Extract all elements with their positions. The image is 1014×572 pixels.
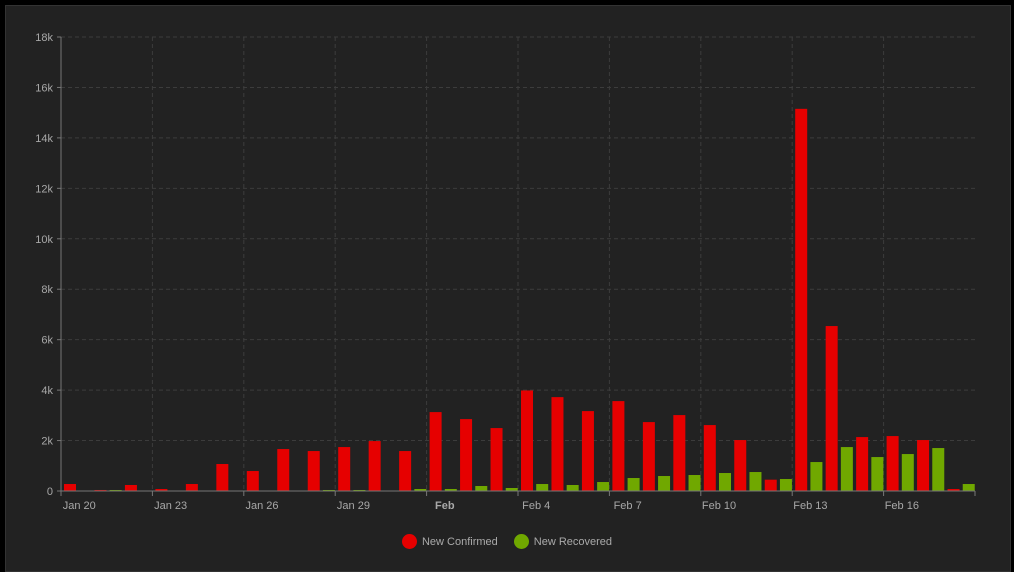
y-tick-label: 6k <box>41 335 53 347</box>
confirmed-bar <box>643 422 655 491</box>
confirmed-bar <box>673 415 685 491</box>
y-tick-label: 0 <box>47 486 53 498</box>
confirmed-bar <box>734 440 746 491</box>
confirmed-bar <box>826 326 838 491</box>
legend-item-new-recovered[interactable]: New Recovered <box>514 534 612 549</box>
confirmed-bar <box>125 485 137 491</box>
confirmed-bar <box>247 471 259 491</box>
legend-swatch-confirmed <box>402 534 417 549</box>
recovered-bar <box>628 478 640 491</box>
confirmed-bar <box>491 428 503 491</box>
confirmed-bar <box>887 436 899 491</box>
bar-chart: 0 2k 4k 6k 8k 10k 12k 14k 16k 18k Jan 20 Jan 23 Jan … <box>0 0 1014 570</box>
confirmed-bar <box>460 419 472 491</box>
y-tick-label: 10k <box>35 234 53 246</box>
x-tick-label: Feb 16 <box>885 500 919 512</box>
y-tick-label: 12k <box>35 183 53 195</box>
legend: New Confirmed New Recovered <box>0 534 1014 549</box>
recovered-bar <box>932 448 944 491</box>
recovered-bar <box>567 485 579 491</box>
confirmed-bar <box>64 484 76 491</box>
confirmed-bar <box>765 480 777 491</box>
recovered-bar <box>810 462 822 491</box>
confirmed-bar <box>917 440 929 491</box>
confirmed-bar <box>216 464 228 491</box>
confirmed-bar <box>308 451 320 491</box>
x-tick-label: Feb <box>435 500 455 512</box>
recovered-bar <box>536 484 548 491</box>
recovered-bar <box>689 475 701 491</box>
recovered-bar <box>719 473 731 491</box>
y-tick-label: 18k <box>35 32 53 44</box>
confirmed-bar <box>582 411 594 491</box>
confirmed-bar <box>612 401 624 491</box>
recovered-bar <box>902 454 914 491</box>
confirmed-bar <box>369 441 381 491</box>
x-tick-label: Jan 23 <box>154 500 187 512</box>
legend-swatch-recovered <box>514 534 529 549</box>
recovered-bar <box>597 482 609 491</box>
recovered-bar <box>780 479 792 491</box>
confirmed-bar <box>430 412 442 491</box>
recovered-bar <box>749 472 761 491</box>
confirmed-bar <box>186 484 198 491</box>
recovered-bar <box>841 447 853 491</box>
confirmed-bar <box>399 451 411 491</box>
confirmed-bar <box>856 437 868 491</box>
x-tick-label: Jan 20 <box>63 500 96 512</box>
confirmed-bar <box>795 109 807 491</box>
confirmed-bar <box>551 397 563 491</box>
y-tick-label: 14k <box>35 133 53 145</box>
y-tick-label: 4k <box>41 385 53 397</box>
x-tick-label: Feb 10 <box>702 500 736 512</box>
recovered-bar <box>475 486 487 491</box>
confirmed-bar <box>338 447 350 491</box>
recovered-bar <box>871 457 883 491</box>
confirmed-bar <box>704 425 716 491</box>
recovered-bar <box>658 476 670 491</box>
y-tick-label: 8k <box>41 284 53 296</box>
x-tick-label: Jan 26 <box>246 500 279 512</box>
x-tick-label: Feb 4 <box>522 500 550 512</box>
x-tick-label: Feb 13 <box>793 500 827 512</box>
legend-label-confirmed: New Confirmed <box>422 536 498 548</box>
y-tick-label: 16k <box>35 82 53 94</box>
legend-item-new-confirmed[interactable]: New Confirmed <box>402 534 498 549</box>
legend-label-recovered: New Recovered <box>534 536 612 548</box>
recovered-bar <box>963 484 975 491</box>
confirmed-bar <box>277 449 289 491</box>
x-tick-label: Jan 29 <box>337 500 370 512</box>
y-tick-label: 2k <box>41 436 53 448</box>
x-tick-label: Feb 7 <box>614 500 642 512</box>
confirmed-bar <box>521 390 533 491</box>
